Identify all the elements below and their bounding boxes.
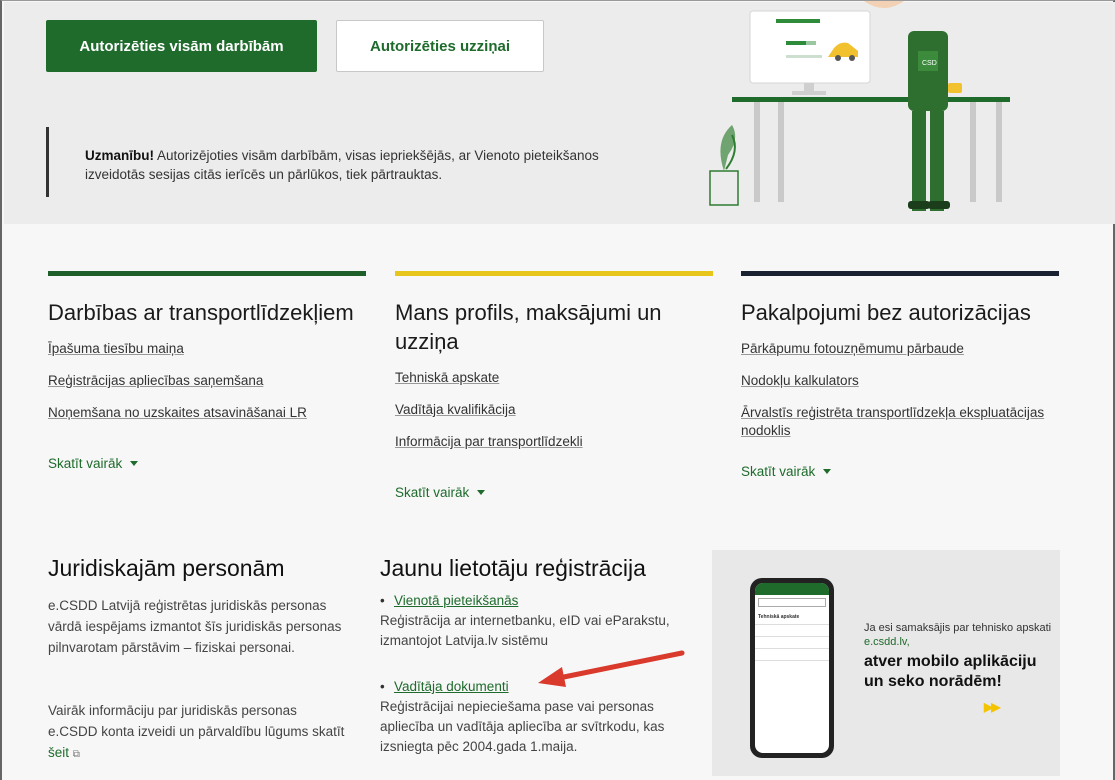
column-title: Pakalpojumi bez autorizācijas (741, 300, 1031, 325)
link-vehicle-info[interactable]: Informācija par transportlīdzekli (395, 433, 713, 451)
notice-text: Autorizējoties visām darbībām, visas iep… (85, 148, 599, 182)
legal-here-link[interactable]: šeit (48, 745, 69, 760)
unified-login-desc: Reģistrācija ar internetbanku, eID vai e… (380, 613, 670, 648)
link-photo-check[interactable]: Pārkāpumu fotouzņēmumu pārbaude (741, 340, 1059, 358)
phone-row (755, 636, 829, 648)
link-registration-certificate[interactable]: Reģistrācijas apliecības saņemšana (48, 372, 366, 390)
legal-text-more-label: Vairāk informāciju par juridiskās person… (48, 703, 345, 739)
column-accent-bar (395, 271, 713, 276)
legal-text: e.CSDD Latvijā reģistrētas juridiskās pe… (48, 598, 342, 655)
notice-bold: Uzmanību! (85, 148, 154, 163)
promo-small-link: e.csdd.lv, (864, 636, 910, 648)
caret-down-icon (477, 490, 486, 495)
annotation-arrow (538, 650, 685, 687)
svg-text:CSD: CSD (922, 60, 937, 67)
caret-down-icon (130, 461, 139, 466)
phone-row (755, 648, 829, 660)
phone-search (758, 598, 826, 607)
phone-screen-title: Tehniskā apskate (758, 614, 800, 620)
column-accent-bar (741, 271, 1059, 276)
phone-row (755, 624, 829, 636)
login-all-actions-button[interactable]: Autorizēties visām darbībām (46, 20, 317, 72)
external-link-icon: ⧉ (72, 749, 80, 760)
registration-title: Jaunu lietotāju reģistrācija (380, 555, 646, 581)
column-accent-bar (48, 271, 366, 276)
column-services: Pakalpojumi bez autorizācijas Pārkāpumu … (741, 271, 1059, 481)
promo-small-text: Ja esi samaksājis par tehnisko apskati e… (864, 621, 1060, 649)
legal-text-more: Vairāk informāciju par juridiskās person… (48, 700, 348, 765)
double-arrow-icon: ▶▶ (984, 700, 1001, 714)
see-more-button[interactable]: Skatīt vairāk (48, 456, 139, 471)
column-title: Mans profils, maksājumi un uzziņa (395, 300, 662, 354)
login-inquiry-button[interactable]: Autorizēties uzziņai (336, 20, 544, 72)
driver-documents-desc: Reģistrācijai nepieciešama pase vai pers… (380, 699, 665, 754)
phone-row (755, 660, 829, 672)
link-tax-calculator[interactable]: Nodokļu kalkulators (741, 372, 1059, 390)
see-more-label: Skatīt vairāk (741, 464, 816, 479)
legal-title: Juridiskajām personām (48, 555, 285, 581)
see-more-label: Skatīt vairāk (395, 485, 470, 500)
link-foreign-vehicle-tax[interactable]: Ārvalstīs reģistrēta transportlīdzekļa e… (741, 404, 1059, 440)
page-frame: Autorizēties visām darbībām Autorizēties… (0, 0, 1115, 780)
column-title: Darbības ar transportlīdzekļiem (48, 300, 354, 325)
see-more-button[interactable]: Skatīt vairāk (741, 464, 832, 479)
mobile-app-promo[interactable]: Tehniskā apskate Ja esi samaksājis par t… (712, 550, 1060, 776)
see-more-label: Skatīt vairāk (48, 456, 123, 471)
caret-down-icon (823, 469, 832, 474)
promo-small-label: Ja esi samaksājis par tehnisko apskati (864, 622, 1052, 634)
see-more-button[interactable]: Skatīt vairāk (395, 485, 486, 500)
link-driver-qualification[interactable]: Vadītāja kvalifikācija (395, 401, 713, 419)
promo-headline: atver mobilo aplikāciju un seko norādēm! (864, 653, 1037, 690)
session-notice: Uzmanību! Autorizējoties visām darbībām,… (46, 127, 646, 197)
hero-illustration: CSD (709, 1, 1010, 211)
column-vehicle-actions: Darbības ar transportlīdzekļiem Īpašuma … (48, 271, 366, 473)
column-profile: Mans profils, maksājumi un uzziņa Tehnis… (395, 271, 713, 502)
phone-header (755, 583, 829, 595)
link-deregistration[interactable]: Noņemšana no uzskaites atsavināšanai LR (48, 404, 366, 422)
link-ownership-change[interactable]: Īpašuma tiesību maiņa (48, 340, 366, 358)
phone-mockup: Tehniskā apskate (750, 578, 834, 758)
link-technical-inspection[interactable]: Tehniskā apskate (395, 369, 713, 387)
unified-login-link[interactable]: Vienotā pieteikšanās (380, 591, 710, 611)
